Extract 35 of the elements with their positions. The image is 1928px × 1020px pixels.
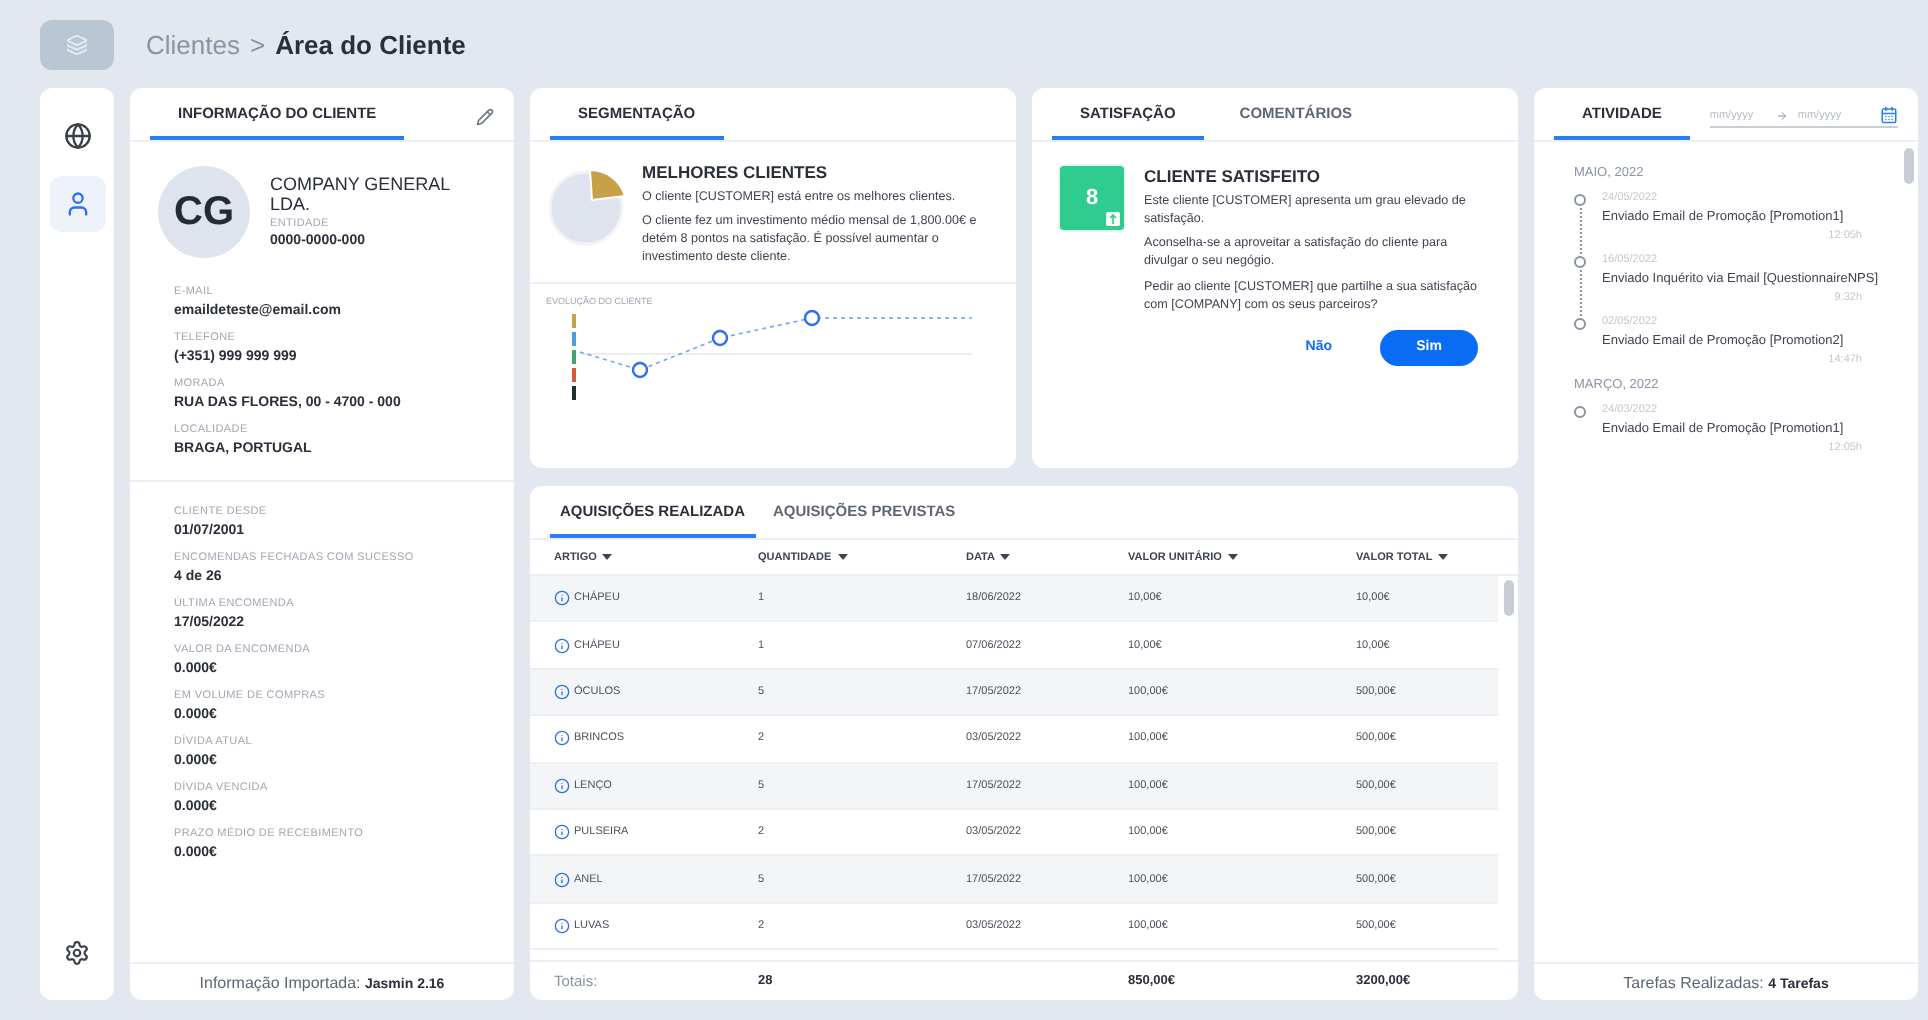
edit-button[interactable] [476, 108, 494, 126]
segment-title: MELHORES CLIENTES [642, 162, 830, 182]
page-title: Área do Cliente [275, 30, 466, 60]
info-icon [554, 777, 570, 794]
score-badge: 8 [1060, 166, 1124, 230]
info-icon [554, 917, 570, 934]
avatar: CG [158, 166, 250, 258]
calendar-icon [1880, 106, 1898, 124]
sort-caret-icon [602, 554, 613, 560]
info-icon [554, 871, 570, 888]
sidebar-item[interactable] [49, 176, 105, 232]
scrollbar[interactable] [1504, 580, 1514, 616]
info-icon [554, 824, 570, 841]
scrollbar[interactable] [1904, 148, 1914, 184]
sort-caret-icon [1227, 554, 1238, 560]
company-name: COMPANY GENERAL LDA. [270, 174, 452, 214]
edit-icon [476, 108, 494, 126]
calendar-button[interactable] [1880, 106, 1898, 124]
user-icon [63, 190, 91, 218]
info-icon [554, 590, 570, 607]
sort-caret-icon [1000, 554, 1011, 560]
timeline-dot [1574, 406, 1586, 418]
info-icon [554, 730, 570, 747]
satisfaction-title: CLIENTE SATISFEITO [1144, 166, 1322, 186]
pie-chart-drawing [546, 166, 626, 246]
arrow-up-icon [1106, 212, 1120, 226]
breadcrumb-separator: > [249, 30, 266, 60]
layers-icon [66, 34, 88, 56]
sort-caret-icon [837, 554, 848, 560]
sort-caret-icon [1438, 554, 1449, 560]
globe-icon [63, 122, 91, 150]
info-icon [554, 637, 570, 654]
arrow-right-icon [1775, 109, 1788, 121]
info-icon [554, 683, 570, 700]
settings-icon [64, 939, 90, 965]
